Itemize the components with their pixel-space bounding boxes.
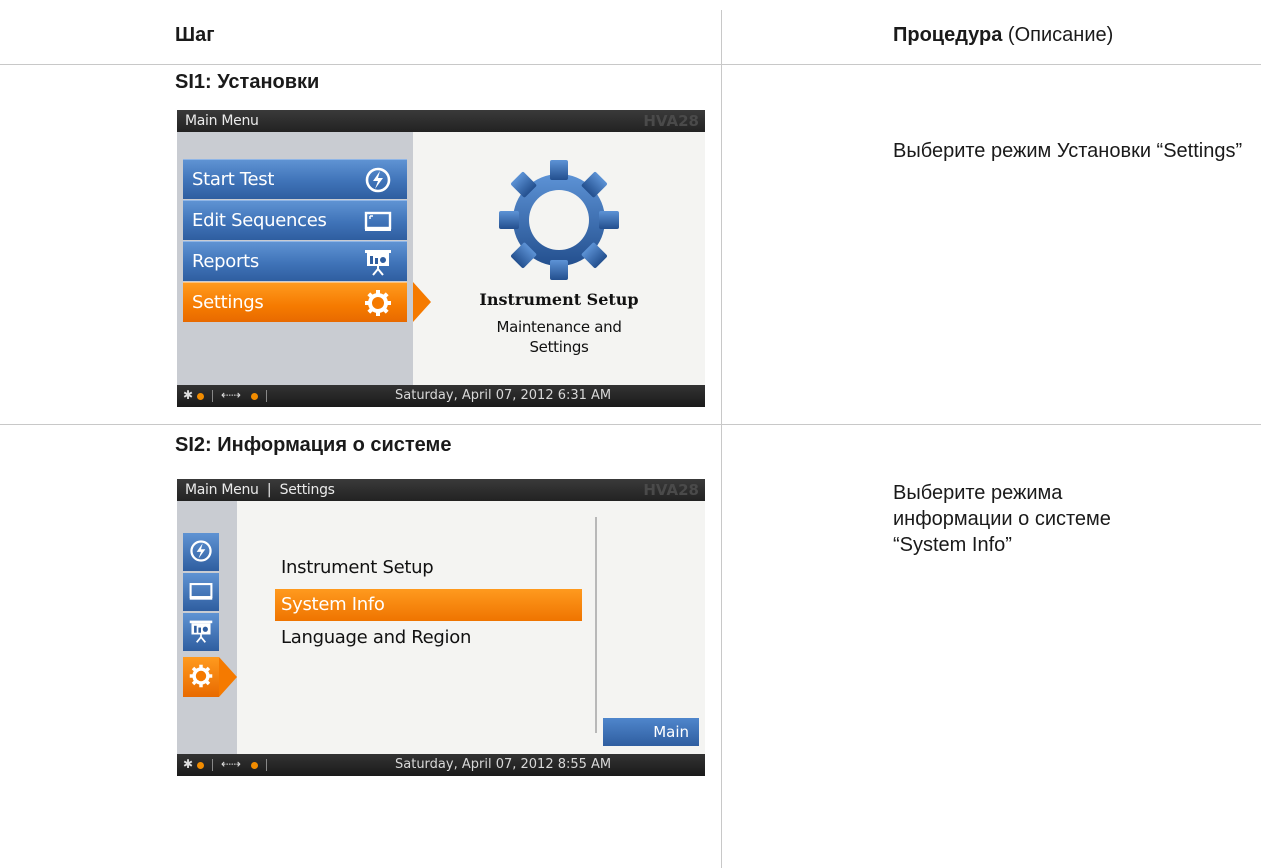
header-divider (0, 64, 1261, 65)
description-line: информации о системе (893, 508, 1111, 530)
presentation-board-icon (189, 620, 213, 643)
screen-body: Instrument Setup System Info Language an… (177, 501, 705, 754)
side-settings-button[interactable] (183, 657, 219, 697)
content-divider (595, 517, 597, 733)
column-header-procedure: Процедура (Описание) (893, 24, 1113, 47)
info-title: Instrument Setup (479, 290, 639, 309)
step-description-si1: Выберите режим Установки “Settings” (893, 140, 1243, 162)
device-screen-main-menu: Main Menu HVA28 Start Test Edit Sequence… (177, 110, 705, 407)
side-reports-button[interactable] (183, 613, 219, 651)
lightning-icon (190, 540, 212, 562)
side-edit-sequences-button[interactable] (183, 573, 219, 611)
brand-label: HVA28 (643, 112, 699, 130)
status-separator (212, 759, 213, 771)
list-item-system-info[interactable]: System Info (275, 589, 582, 621)
bluetooth-status-dot (197, 762, 204, 769)
gear-icon (189, 664, 213, 688)
menu-item-label: Start Test (192, 169, 275, 190)
screen-title: Main Menu | Settings (185, 482, 335, 498)
list-item-instrument-setup[interactable]: Instrument Setup (281, 557, 434, 578)
side-start-test-button[interactable] (183, 533, 219, 571)
device-screen-settings: Main Menu | Settings HVA28 Instrument Se… (177, 479, 705, 776)
row-divider (0, 424, 1261, 425)
status-separator (266, 390, 267, 402)
monitor-icon (364, 211, 392, 231)
status-separator (212, 390, 213, 402)
status-separator (266, 759, 267, 771)
presentation-board-icon (365, 250, 391, 276)
step-description-si2: Выберите режима информации о системе “Sy… (893, 480, 1253, 558)
description-line: Выберите режима (893, 482, 1063, 504)
status-datetime: Saturday, April 07, 2012 8:55 AM (395, 757, 612, 772)
menu-item-label: Settings (192, 292, 264, 313)
procedure-bold-label: Процедура (893, 24, 1003, 46)
bluetooth-status-dot (197, 393, 204, 400)
gear-icon (365, 290, 391, 316)
selection-arrow (219, 657, 237, 697)
brand-label: HVA28 (643, 481, 699, 499)
monitor-icon (189, 583, 213, 600)
usb-status-dot (251, 393, 258, 400)
menu-item-settings[interactable]: Settings (183, 282, 407, 322)
usb-icon: ⇠⇢ (221, 388, 242, 402)
menu-item-edit-sequences[interactable]: Edit Sequences (183, 200, 407, 240)
main-button-label: Main (653, 723, 689, 741)
list-item-label: System Info (281, 594, 385, 615)
screen-status-bar: ✱ ⇠⇢ Saturday, April 07, 2012 6:31 AM (177, 385, 705, 407)
lightning-icon (365, 167, 391, 193)
screen-status-bar: ✱ ⇠⇢ Saturday, April 07, 2012 8:55 AM (177, 754, 705, 776)
info-subtitle-line1: Maintenance and (496, 318, 622, 336)
screen-body: Start Test Edit Sequences Reports Settin… (177, 132, 705, 385)
screen-title: Main Menu (185, 113, 259, 129)
info-subtitle-line2: Settings (529, 338, 589, 356)
bluetooth-icon: ✱ (183, 388, 194, 402)
step-title-si2: SI2: Информация о системе (175, 434, 452, 456)
usb-status-dot (251, 762, 258, 769)
description-line: “System Info” (893, 534, 1012, 556)
menu-item-label: Edit Sequences (192, 210, 327, 231)
instrument-setup-gear-icon (499, 160, 619, 280)
menu-item-start-test[interactable]: Start Test (183, 159, 407, 199)
bluetooth-icon: ✱ (183, 757, 194, 771)
screen-title-bar: Main Menu HVA28 (177, 110, 705, 132)
list-item-language-region[interactable]: Language and Region (281, 627, 471, 648)
column-header-step: Шаг (175, 24, 215, 46)
procedure-desc-label: (Описание) (1002, 24, 1114, 46)
menu-item-reports[interactable]: Reports (183, 241, 407, 281)
column-divider (721, 10, 722, 868)
screen-title-bar: Main Menu | Settings HVA28 (177, 479, 705, 501)
status-datetime: Saturday, April 07, 2012 6:31 AM (395, 388, 612, 403)
usb-icon: ⇠⇢ (221, 757, 242, 771)
main-button[interactable]: Main (603, 718, 699, 746)
menu-item-label: Reports (192, 251, 259, 272)
step-title-si1: SI1: Установки (175, 71, 320, 93)
